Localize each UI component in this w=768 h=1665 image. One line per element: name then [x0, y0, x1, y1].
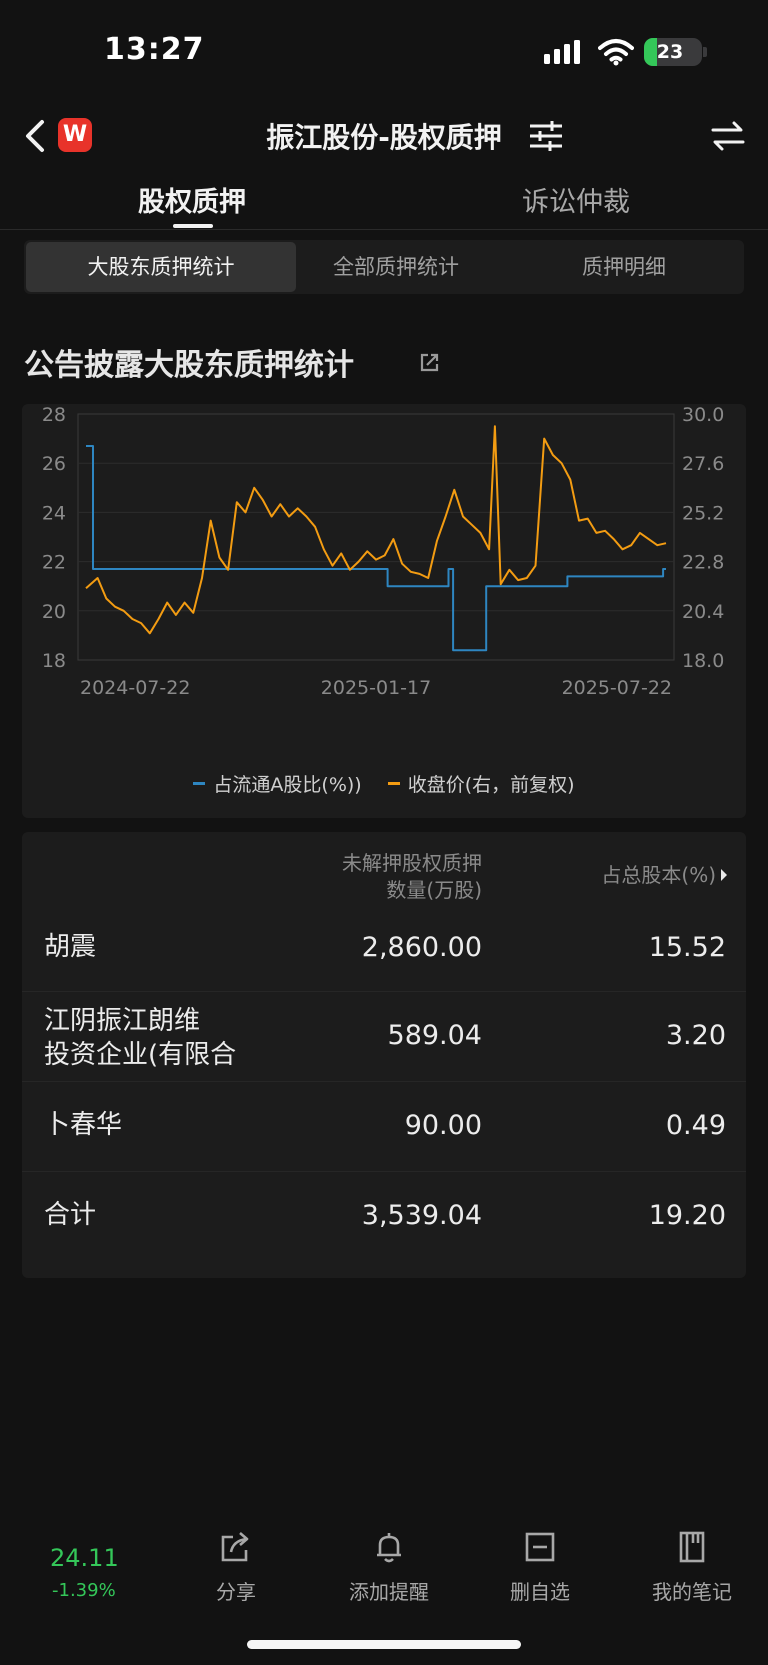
- y-left-tick-label: 28: [42, 404, 66, 426]
- pledge-pct: 0.49: [665, 1110, 726, 1141]
- share-button[interactable]: 分享: [176, 1530, 296, 1605]
- stock-price: 24.11: [50, 1544, 119, 1572]
- y-right-tick-label: 22.8: [682, 552, 724, 574]
- legend-item-pledge-ratio: 占流通A股比(%)): [193, 770, 362, 797]
- price-change: -1.39%: [52, 1580, 116, 1601]
- series-line-pledge-ratio: [86, 445, 666, 652]
- tab-equity-pledge[interactable]: 股权质押: [0, 180, 384, 219]
- holder-name: 卜春华: [44, 1110, 123, 1140]
- home-indicator[interactable]: [247, 1640, 521, 1649]
- pledge-chart: 28 30.0 26 27.6 24 25.2 22 22.8 20 20.4 18 18.0 2024…: [42, 404, 725, 699]
- battery-nub: [703, 47, 707, 57]
- chart-legend: 占流通A股比(%)) 收盘价(右，前复权): [22, 768, 746, 797]
- holder-name-line: 江阴振江朗维: [44, 1006, 201, 1036]
- export-icon[interactable]: [418, 350, 442, 374]
- pledge-qty: 589.04: [387, 1020, 482, 1051]
- holder-name: 江阴振江朗维 投资企业(有限合: [44, 1004, 244, 1072]
- pledge-qty: 90.00: [404, 1110, 482, 1141]
- my-notes-label: 我的笔记: [652, 1580, 732, 1604]
- switch-stock-icon[interactable]: [710, 120, 746, 152]
- header-pct-total[interactable]: 占总股本(%): [601, 862, 716, 889]
- legend-swatch-blue: [193, 782, 206, 785]
- legend-label: 收盘价(右，前复权): [407, 774, 575, 796]
- table-row[interactable]: 胡震 2,860.00 15.52: [22, 902, 746, 992]
- series-line-close-price: [85, 425, 667, 635]
- remove-watchlist-label: 删自选: [510, 1580, 570, 1604]
- pledge-pct: 3.20: [665, 1020, 726, 1051]
- filter-icon[interactable]: [528, 120, 564, 152]
- pledge-qty: 2,860.00: [361, 932, 482, 963]
- y-left-tick-label: 22: [42, 552, 66, 574]
- wifi-icon: [598, 39, 634, 66]
- notebook-icon: [679, 1531, 705, 1563]
- x-tick-label: 2025-07-22: [562, 677, 672, 699]
- share-icon: [221, 1532, 249, 1562]
- main-tabs: 股权质押 诉讼仲裁: [0, 180, 768, 230]
- remove-watchlist-button[interactable]: 删自选: [480, 1530, 600, 1605]
- x-tick-label: 2025-01-17: [321, 677, 431, 699]
- plot-frame: [77, 413, 675, 661]
- y-right-tick-label: 18.0: [682, 650, 724, 672]
- section-title: 公告披露大股东质押统计: [24, 348, 354, 383]
- y-left-tick-label: 24: [42, 502, 66, 524]
- table-row-total: 合计 3,539.04 19.20: [22, 1172, 746, 1262]
- table-row[interactable]: 卜春华 90.00 0.49: [22, 1082, 746, 1172]
- y-right-tick-label: 27.6: [682, 453, 724, 475]
- share-label: 分享: [216, 1580, 256, 1604]
- add-alert-label: 添加提醒: [349, 1580, 429, 1604]
- battery-icon: 23: [644, 38, 702, 66]
- battery-level: 23: [656, 41, 684, 63]
- page-title: 振江股份-股权质押: [266, 121, 502, 154]
- y-right-tick-label: 25.2: [682, 502, 724, 524]
- y-right-tick-label: 30.0: [682, 404, 724, 426]
- active-tab-indicator: [173, 224, 213, 228]
- legend-swatch-orange: [387, 782, 400, 785]
- caret-right-icon[interactable]: [720, 868, 728, 882]
- status-bar: 13:27 23: [0, 0, 768, 100]
- header-line: 数量(万股): [386, 878, 482, 902]
- subtab-major-holder-stats[interactable]: 大股东质押统计: [26, 242, 296, 292]
- table-row[interactable]: 江阴振江朗维 投资企业(有限合 589.04 3.20: [22, 992, 746, 1082]
- subtab-all-pledge-stats[interactable]: 全部质押统计: [296, 240, 496, 294]
- holder-name: 胡震: [44, 932, 97, 962]
- tab-litigation[interactable]: 诉讼仲裁: [384, 180, 768, 219]
- y-left-tick-label: 26: [42, 453, 66, 475]
- y-left-tick-label: 18: [42, 650, 66, 672]
- status-time: 13:27: [104, 32, 205, 67]
- y-right-tick-label: 20.4: [682, 601, 724, 623]
- nav-bar: W 振江股份-股权质押: [0, 108, 768, 164]
- x-tick-label: 2024-07-22: [80, 677, 190, 699]
- total-pct: 19.20: [648, 1200, 726, 1231]
- header-line: 未解押股权质押: [342, 851, 482, 875]
- pledge-table: 未解押股权质押 数量(万股) 占总股本(%) 胡震 2,860.00 15.52…: [22, 832, 746, 1278]
- total-qty: 3,539.04: [361, 1200, 482, 1231]
- y-left-tick-label: 20: [42, 601, 66, 623]
- holder-name-line: 投资企业(有限合: [44, 1040, 237, 1070]
- sub-tabs: 大股东质押统计 全部质押统计 质押明细: [24, 240, 744, 294]
- add-alert-button[interactable]: 添加提醒: [329, 1530, 449, 1605]
- cellular-signal-icon: [544, 40, 580, 64]
- chart-card: 28 30.0 26 27.6 24 25.2 22 22.8 20 20.4 18 18.0 2024…: [22, 404, 746, 818]
- header-pledge-qty: 未解押股权质押 数量(万股): [342, 850, 482, 904]
- subtab-pledge-details[interactable]: 质押明细: [524, 240, 724, 294]
- my-notes-button[interactable]: 我的笔记: [632, 1530, 752, 1605]
- total-label: 合计: [44, 1200, 97, 1230]
- legend-label: 占流通A股比(%)): [213, 774, 362, 796]
- legend-item-close-price: 收盘价(右，前复权): [387, 770, 575, 797]
- pledge-pct: 15.52: [648, 932, 726, 963]
- bell-icon: [377, 1533, 401, 1563]
- bottom-toolbar: 24.11 -1.39% 分享 添加提醒 删自选 我的笔记: [0, 1530, 768, 1620]
- remove-watchlist-icon: [525, 1532, 555, 1562]
